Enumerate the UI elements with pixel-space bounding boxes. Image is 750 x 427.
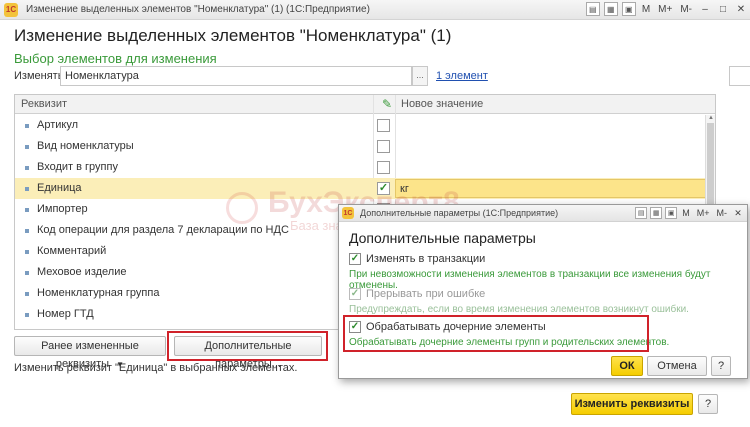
row-checkbox[interactable] bbox=[377, 161, 390, 174]
maximize-icon[interactable]: □ bbox=[716, 2, 730, 16]
row-attribute-name: Входит в группу bbox=[37, 161, 118, 173]
option-stop-on-error[interactable]: ✓ Прерывать при ошибке bbox=[349, 288, 485, 300]
memory-minus-button[interactable]: M- bbox=[715, 208, 730, 218]
dialog-help-button[interactable]: ? bbox=[711, 356, 731, 376]
dialog-window-title: Дополнительные параметры (1С:Предприятие… bbox=[360, 208, 559, 218]
row-bullet-icon bbox=[25, 208, 29, 212]
spreadsheet-icon[interactable]: ▦ bbox=[650, 207, 663, 219]
page-subtitle: Выбор элементов для изменения bbox=[14, 51, 217, 66]
elements-link[interactable]: 1 элемент bbox=[436, 70, 488, 82]
dialog-close-icon[interactable]: ✕ bbox=[732, 207, 744, 219]
highlight-frame bbox=[167, 331, 328, 361]
close-icon[interactable]: ✕ bbox=[734, 2, 748, 16]
option-label: Изменять в транзакции bbox=[366, 253, 486, 265]
app-logo-icon: 1С bbox=[4, 2, 18, 17]
memory-plus-button[interactable]: M+ bbox=[656, 4, 674, 15]
row-attribute-name: Комментарий bbox=[37, 245, 107, 257]
row-bullet-icon bbox=[25, 292, 29, 296]
background-window-edge bbox=[729, 66, 750, 86]
table-row[interactable]: Входит в группу bbox=[15, 157, 705, 178]
change-label: Изменять: bbox=[14, 70, 67, 82]
memory-button[interactable]: M bbox=[680, 208, 692, 218]
row-attribute-name: Импортер bbox=[37, 203, 88, 215]
spreadsheet-icon[interactable]: ▦ bbox=[603, 2, 618, 16]
option-checkbox[interactable]: ✓ bbox=[349, 253, 361, 265]
row-attribute-name: Номенклатурная группа bbox=[37, 287, 160, 299]
option-in-transaction[interactable]: ✓ Изменять в транзакции bbox=[349, 253, 485, 265]
row-bullet-icon bbox=[25, 271, 29, 275]
window-title: Изменение выделенных элементов "Номенкла… bbox=[26, 4, 370, 15]
row-attribute-name: Вид номенклатуры bbox=[37, 140, 134, 152]
table-row[interactable]: Вид номенклатуры bbox=[15, 136, 705, 157]
cancel-button[interactable]: Отмена bbox=[647, 356, 707, 376]
row-bullet-icon bbox=[25, 250, 29, 254]
row-bullet-icon bbox=[25, 229, 29, 233]
print-icon[interactable]: ▤ bbox=[635, 207, 648, 219]
row-attribute-name: Номер ГТД bbox=[37, 308, 94, 320]
dialog-title-bar: 1С Дополнительные параметры (1С:Предприя… bbox=[339, 205, 747, 222]
hint-text: Изменить реквизит "Единица" в выбранных … bbox=[14, 362, 298, 374]
row-checkbox[interactable] bbox=[377, 119, 390, 132]
table-row[interactable]: Артикул bbox=[15, 115, 705, 136]
apply-changes-button[interactable]: Изменить реквизиты bbox=[571, 393, 693, 415]
row-attribute-name: Код операции для раздела 7 декларации по… bbox=[37, 224, 289, 236]
title-bar: 1С Изменение выделенных элементов "Номен… bbox=[0, 0, 750, 20]
app-logo-icon: 1С bbox=[342, 207, 354, 219]
row-attribute-name: Артикул bbox=[37, 119, 79, 131]
memory-plus-button[interactable]: M+ bbox=[695, 208, 712, 218]
row-checkbox[interactable] bbox=[377, 140, 390, 153]
column-header-attribute[interactable]: Реквизит bbox=[21, 95, 67, 114]
previous-attributes-button[interactable]: Ранее измененные реквизиты ▼ bbox=[14, 336, 166, 370]
additional-params-dialog: 1С Дополнительные параметры (1С:Предприя… bbox=[338, 204, 748, 379]
memory-minus-button[interactable]: M- bbox=[678, 4, 694, 15]
memory-button[interactable]: M bbox=[640, 4, 652, 15]
page-title: Изменение выделенных элементов "Номенкла… bbox=[14, 26, 452, 45]
print-icon[interactable]: ▤ bbox=[585, 2, 600, 16]
main-window: 1С Изменение выделенных элементов "Номен… bbox=[0, 0, 750, 427]
row-attribute-name: Меховое изделие bbox=[37, 266, 127, 278]
row-bullet-icon bbox=[25, 124, 29, 128]
table-header: Реквизит ✎ Новое значение bbox=[15, 95, 715, 114]
minimize-icon[interactable]: – bbox=[698, 2, 712, 16]
row-bullet-icon bbox=[25, 313, 29, 317]
option-label: Прерывать при ошибке bbox=[366, 288, 486, 300]
select-button[interactable]: ... bbox=[412, 66, 428, 86]
highlight-frame bbox=[343, 315, 649, 352]
change-object-field[interactable]: Номенклатура bbox=[60, 66, 412, 86]
row-bullet-icon bbox=[25, 187, 29, 191]
scroll-up-icon[interactable]: ▲ bbox=[707, 115, 715, 123]
row-bullet-icon bbox=[25, 166, 29, 170]
ok-button[interactable]: ОК bbox=[611, 356, 643, 376]
row-attribute-name: Единица bbox=[37, 182, 82, 194]
watermark-owl-icon bbox=[226, 192, 258, 224]
calendar-icon[interactable]: ▣ bbox=[665, 207, 678, 219]
help-button[interactable]: ? bbox=[698, 394, 718, 414]
column-header-new-value[interactable]: Новое значение bbox=[401, 95, 483, 114]
pencil-icon: ✎ bbox=[381, 97, 393, 111]
option-description: Предупреждать, если во время изменения э… bbox=[349, 304, 689, 315]
dialog-heading: Дополнительные параметры bbox=[349, 230, 536, 246]
option-checkbox[interactable]: ✓ bbox=[349, 288, 361, 300]
row-bullet-icon bbox=[25, 145, 29, 149]
calendar-icon[interactable]: ▣ bbox=[621, 2, 636, 16]
